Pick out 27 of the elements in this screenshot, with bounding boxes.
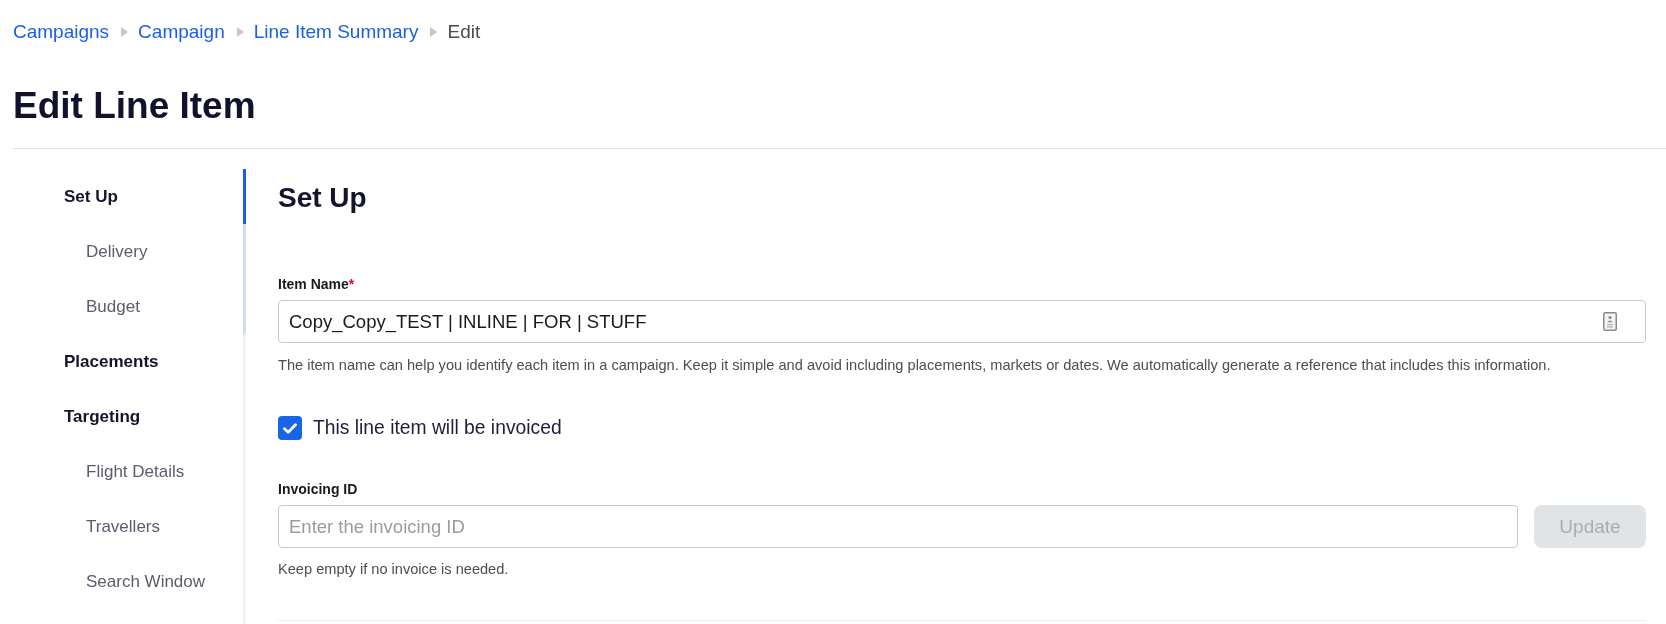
breadcrumb-current: Edit	[447, 20, 481, 44]
field-label: Invoicing ID	[278, 480, 358, 498]
item-name-field[interactable]: Copy_Copy_TEST | INLINE | FOR | STUFF	[278, 300, 1646, 343]
person-card-icon	[1603, 312, 1617, 331]
page-title: Edit Line Item	[13, 84, 257, 128]
caret-right-icon	[430, 27, 438, 37]
caret-right-icon	[121, 27, 129, 37]
caret-right-icon	[236, 27, 244, 37]
sidebar-item[interactable]: Budget	[13, 279, 246, 334]
sidebar-item[interactable]: Set Up	[13, 169, 246, 224]
sidebar-item[interactable]: Targeting	[13, 389, 246, 444]
sidebar-item[interactable]: Delivery	[13, 224, 246, 279]
breadcrumb-link[interactable]: Campaigns	[13, 20, 110, 44]
invoicing-id-field[interactable]: Enter the invoicing ID	[278, 505, 1518, 548]
sidebar-item[interactable]: Search Window	[13, 554, 246, 609]
sidebar-item[interactable]: Flight Details	[13, 444, 246, 499]
section-heading: Set Up	[278, 181, 368, 215]
breadcrumb-link[interactable]: Line Item Summary	[253, 20, 419, 44]
field-label: Item Name*	[278, 275, 355, 293]
breadcrumb-link[interactable]: Campaign	[138, 20, 225, 44]
sidebar-item[interactable]: Placements	[13, 334, 246, 389]
help-text: Keep empty if no invoice is needed.	[278, 560, 509, 578]
checkbox-label: This line item will be invoiced	[313, 416, 562, 440]
sidebar-item[interactable]: Travellers	[13, 499, 246, 554]
checkbox[interactable]	[278, 416, 302, 440]
help-text: The item name can help you identify each item in a campaign. Keep it simple and avoid including placements, markets or dates. We automatically generate a reference that includes this information.	[278, 356, 1551, 374]
checkmark-icon	[283, 422, 297, 434]
